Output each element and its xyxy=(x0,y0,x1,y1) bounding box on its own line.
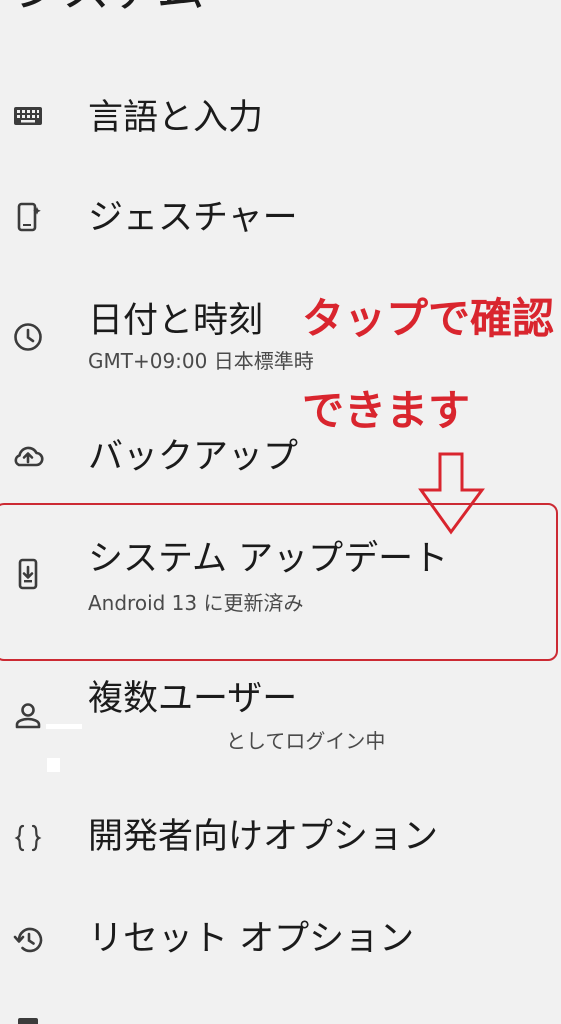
settings-item-title: リセット オプション xyxy=(88,919,415,959)
settings-screen: システム 言語と入力 xyxy=(0,0,561,1024)
history-icon xyxy=(12,924,44,956)
settings-item-developer-options[interactable]: 開発者向けオプション xyxy=(0,808,561,868)
settings-item-title: バックアップ xyxy=(88,437,299,477)
person-icon xyxy=(12,700,44,732)
keyboard-icon xyxy=(12,100,44,132)
settings-item-title: 日付と時刻 xyxy=(88,301,264,341)
settings-item-partial xyxy=(0,1014,561,1024)
settings-item-summary: としてログイン中 xyxy=(226,729,386,753)
redaction-mask xyxy=(47,758,60,772)
braces-icon xyxy=(12,822,44,854)
settings-item-title: ジェスチャー xyxy=(88,198,298,238)
annotation-line-1: タップで確認 xyxy=(302,294,555,343)
phone-gesture-icon xyxy=(12,201,44,233)
partial-icon xyxy=(18,1018,38,1024)
settings-item-title: 複数ユーザー xyxy=(88,679,298,719)
cloud-upload-icon xyxy=(12,440,44,472)
settings-item-title: 言語と入力 xyxy=(88,98,264,138)
annotation-line-2: できます xyxy=(302,386,471,435)
redaction-mask xyxy=(46,724,82,729)
settings-item-language-input[interactable]: 言語と入力 xyxy=(0,88,561,148)
clock-icon xyxy=(12,321,44,353)
settings-item-gestures[interactable]: ジェスチャー xyxy=(0,188,561,248)
page-title: システム xyxy=(14,0,205,18)
settings-item-title: 開発者向けオプション xyxy=(88,817,439,857)
settings-item-reset-options[interactable]: リセット オプション xyxy=(0,912,561,972)
settings-item-multiple-users[interactable]: 複数ユーザー としてログイン中 xyxy=(0,672,561,782)
highlight-box xyxy=(0,503,558,661)
settings-item-summary: GMT+09:00 日本標準時 xyxy=(88,349,314,373)
